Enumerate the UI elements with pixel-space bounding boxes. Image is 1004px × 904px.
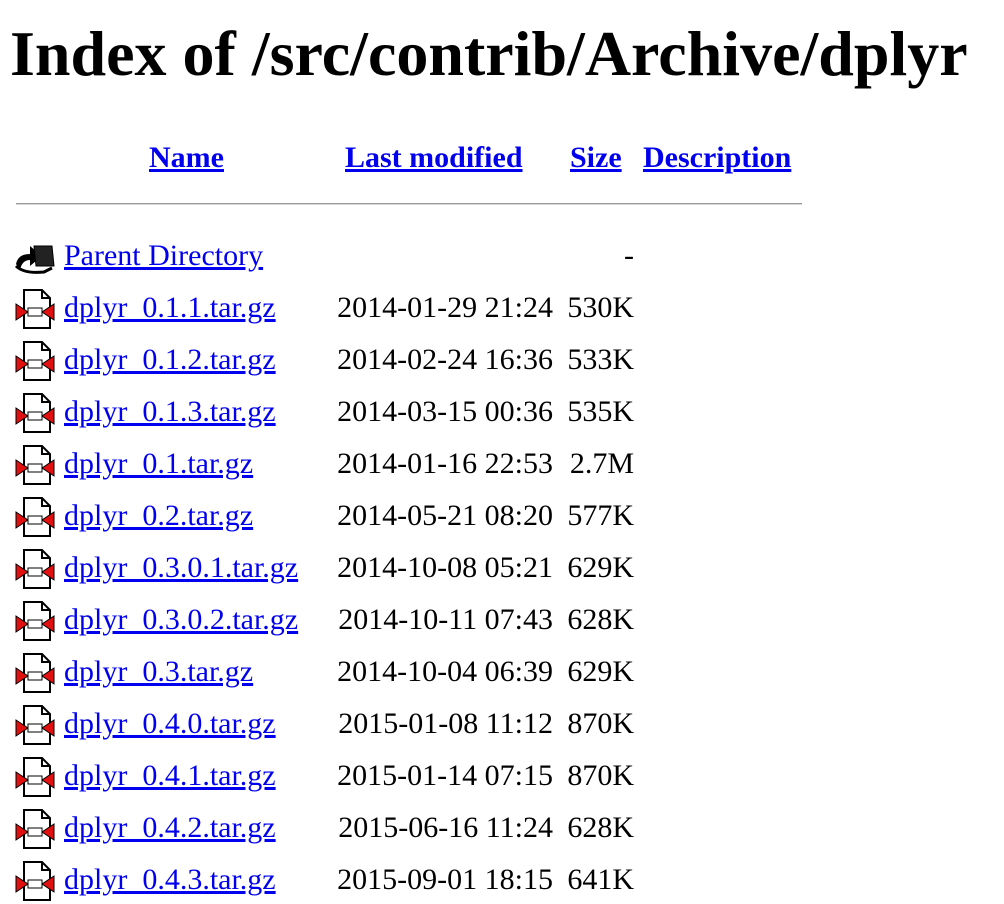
file-link[interactable]: dplyr_0.3.0.1.tar.gz <box>64 550 298 586</box>
sort-by-size-link[interactable]: Size <box>570 140 622 176</box>
file-link[interactable]: dplyr_0.2.tar.gz <box>64 498 253 534</box>
file-size: 577K <box>567 499 634 532</box>
file-size: 530K <box>567 291 634 324</box>
file-row: dplyr_0.1.1.tar.gz 2014-01-29 21:24 530K <box>0 278 1004 330</box>
directory-listing-page: Index of /src/contrib/Archive/dplyr Name… <box>0 0 1004 904</box>
file-last-modified: 2014-02-24 16:36 <box>337 343 553 376</box>
file-last-modified: 2015-01-08 11:12 <box>338 707 553 740</box>
compressed-file-icon <box>14 600 56 642</box>
compressed-file-icon <box>14 808 56 850</box>
file-size: 870K <box>567 759 634 792</box>
file-size: 2.7M <box>569 447 634 480</box>
file-size: 628K <box>567 811 634 844</box>
page-title: Index of /src/contrib/Archive/dplyr <box>10 18 968 89</box>
file-last-modified: 2015-09-01 18:15 <box>337 863 553 896</box>
file-last-modified: 2014-01-29 21:24 <box>337 291 553 324</box>
compressed-file-icon <box>14 756 56 798</box>
file-row: dplyr_0.3.0.2.tar.gz 2014-10-11 07:43 628K <box>0 590 1004 642</box>
file-last-modified: 2015-01-14 07:15 <box>337 759 553 792</box>
file-size: 535K <box>567 395 634 428</box>
file-last-modified: 2014-10-08 05:21 <box>337 551 553 584</box>
compressed-file-icon <box>14 340 56 382</box>
file-row: dplyr_0.4.2.tar.gz 2015-06-16 11:24 628K <box>0 798 1004 850</box>
parent-size: - <box>624 239 634 272</box>
sort-by-name-link[interactable]: Name <box>149 140 224 176</box>
file-size: 628K <box>567 603 634 636</box>
compressed-file-icon <box>14 652 56 694</box>
file-row: dplyr_0.1.2.tar.gz 2014-02-24 16:36 533K <box>0 330 1004 382</box>
compressed-file-icon <box>14 288 56 330</box>
compressed-file-icon <box>14 704 56 746</box>
file-link[interactable]: dplyr_0.1.tar.gz <box>64 446 253 482</box>
file-size: 629K <box>567 551 634 584</box>
file-link[interactable]: dplyr_0.3.0.2.tar.gz <box>64 602 298 638</box>
file-link[interactable]: dplyr_0.1.3.tar.gz <box>64 394 276 430</box>
file-last-modified: 2014-10-11 07:43 <box>338 603 553 636</box>
file-last-modified: 2014-03-15 00:36 <box>337 395 553 428</box>
file-link[interactable]: dplyr_0.4.3.tar.gz <box>64 862 276 898</box>
back-folder-icon <box>14 236 56 278</box>
file-last-modified: 2014-05-21 08:20 <box>337 499 553 532</box>
compressed-file-icon <box>14 496 56 538</box>
compressed-file-icon <box>14 392 56 434</box>
file-row: dplyr_0.4.3.tar.gz 2015-09-01 18:15 641K <box>0 850 1004 902</box>
file-last-modified: 2014-01-16 22:53 <box>337 447 553 480</box>
file-last-modified: 2014-10-04 06:39 <box>337 655 553 688</box>
compressed-file-icon <box>14 444 56 486</box>
sort-by-description-link[interactable]: Description <box>643 140 791 176</box>
file-link[interactable]: dplyr_0.1.1.tar.gz <box>64 290 276 326</box>
file-size: 641K <box>567 863 634 896</box>
file-row: dplyr_0.3.0.1.tar.gz 2014-10-08 05:21 629K <box>0 538 1004 590</box>
file-row: dplyr_0.4.0.tar.gz 2015-01-08 11:12 870K <box>0 694 1004 746</box>
file-row: dplyr_0.1.tar.gz 2014-01-16 22:53 2.7M <box>0 434 1004 486</box>
file-link[interactable]: dplyr_0.1.2.tar.gz <box>64 342 276 378</box>
file-last-modified: 2015-06-16 11:24 <box>338 811 553 844</box>
parent-directory-row: Parent Directory - <box>0 226 1004 278</box>
file-size: 870K <box>567 707 634 740</box>
file-row: dplyr_0.1.3.tar.gz 2014-03-15 00:36 535K <box>0 382 1004 434</box>
file-size: 533K <box>567 343 634 376</box>
sort-by-last-modified-link[interactable]: Last modified <box>345 140 523 176</box>
file-row: dplyr_0.4.1.tar.gz 2015-01-14 07:15 870K <box>0 746 1004 798</box>
file-size: 629K <box>567 655 634 688</box>
compressed-file-icon <box>14 548 56 590</box>
file-link[interactable]: dplyr_0.4.1.tar.gz <box>64 758 276 794</box>
compressed-file-icon <box>14 860 56 902</box>
header-divider <box>16 203 802 205</box>
parent-directory-link[interactable]: Parent Directory <box>64 238 263 274</box>
file-row: dplyr_0.2.tar.gz 2014-05-21 08:20 577K <box>0 486 1004 538</box>
file-link[interactable]: dplyr_0.4.0.tar.gz <box>64 706 276 742</box>
file-row: dplyr_0.3.tar.gz 2014-10-04 06:39 629K <box>0 642 1004 694</box>
file-link[interactable]: dplyr_0.3.tar.gz <box>64 654 253 690</box>
file-link[interactable]: dplyr_0.4.2.tar.gz <box>64 810 276 846</box>
